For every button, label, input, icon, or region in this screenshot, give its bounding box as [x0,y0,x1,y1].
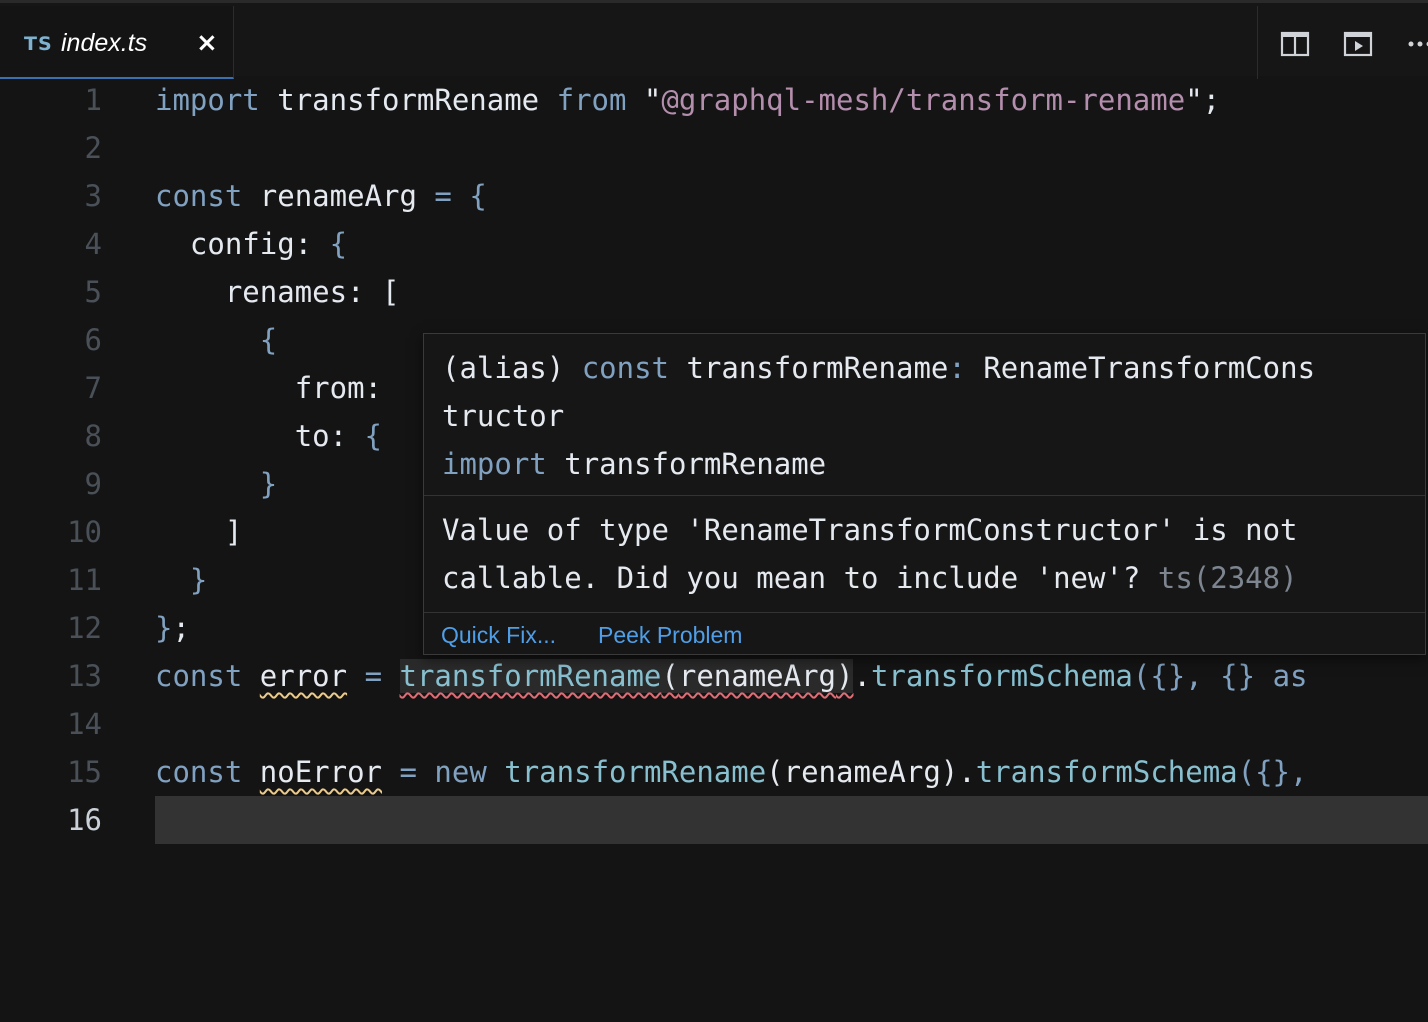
line-number: 10 [67,515,102,549]
line-number: 1 [84,83,102,117]
line-number: 15 [67,755,102,789]
hover-divider [424,495,1425,496]
line-number: 11 [67,563,102,597]
line-content: config: { [189,227,348,261]
typescript-file-icon: TS [24,33,53,55]
unused-variable-warning[interactable]: error [260,659,347,693]
code-line: 5 renames: [ [0,268,1428,316]
more-actions-icon[interactable] [1406,30,1428,58]
diagnostic-message: Value of type 'RenameTransformConstructo… [442,513,1298,595]
code-line: 2 [0,124,1428,172]
peek-problem-link[interactable]: Peek Problem [598,622,742,649]
code-line: 13 const error = transformRename(renameA… [0,652,1428,700]
line-number: 12 [67,611,102,645]
editor-tab-bar: TS index.ts × [0,0,1428,79]
code-line: 14 [0,700,1428,748]
editor-actions [1257,6,1428,79]
line-content: const noError = new transformRename(rena… [155,755,1308,789]
line-content: } [259,467,278,501]
line-number: 7 [84,371,102,405]
split-editor-icon[interactable] [1280,30,1310,58]
hover-tooltip: (alias) const transformRename: RenameTra… [423,333,1426,655]
line-number: 4 [84,227,102,261]
open-preview-icon[interactable] [1343,30,1373,58]
line-content: import transformRename from "@graphql-me… [155,83,1221,117]
code-line: 1 import transformRename from "@graphql-… [0,76,1428,124]
code-line: 3 const renameArg = { [0,172,1428,220]
line-content: from: [294,371,382,405]
line-content: { [259,323,278,357]
line-content: const error = transformRename(renameArg)… [155,659,1308,693]
line-number: 13 [67,659,102,693]
code-line: 4 config: { [0,220,1428,268]
line-number: 8 [84,419,102,453]
code-line: 15 const noError = new transformRename(r… [0,748,1428,796]
error-range[interactable]: transformRename(renameArg) [399,659,854,693]
line-number: 3 [84,179,102,213]
line-content: renames: [ [224,275,400,309]
line-number: 5 [84,275,102,309]
line-number: 2 [84,131,102,165]
line-content: } [189,563,208,597]
line-content: to: { [294,419,383,453]
line-number: 9 [84,467,102,501]
unused-variable-warning[interactable]: noError [260,755,382,789]
line-content: ] [224,515,243,549]
hover-signature: (alias) const transformRename: RenameTra… [442,351,1316,481]
quick-fix-link[interactable]: Quick Fix... [441,622,556,649]
tab-index-ts[interactable]: TS index.ts × [0,6,234,79]
line-number: 16 [67,803,102,837]
line-content: }; [155,611,190,645]
diagnostic-code: ts(2348) [1157,561,1298,595]
line-content: const renameArg = { [155,179,487,213]
close-icon[interactable]: × [196,28,218,58]
line-number: 6 [84,323,102,357]
code-line: 16 [0,796,1428,844]
hover-actions: Quick Fix... Peek Problem [424,612,1425,654]
line-number: 14 [67,707,102,741]
tab-label: index.ts [61,29,148,57]
